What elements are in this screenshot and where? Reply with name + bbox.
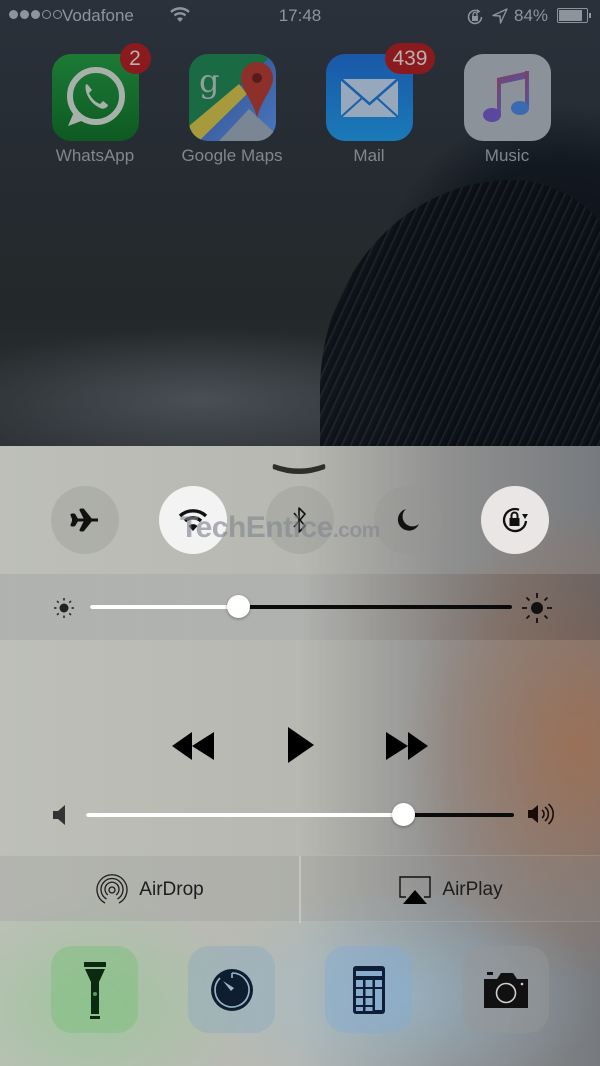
rewind-button[interactable] (172, 730, 216, 762)
music-icon (463, 54, 551, 141)
airplane-mode-toggle[interactable] (51, 486, 119, 554)
airplay-label: AirPlay (442, 878, 503, 900)
clock: 17:48 (278, 6, 322, 25)
app-mail[interactable]: 439 Mail (309, 43, 435, 166)
app-badge: 2 (119, 43, 151, 74)
moon-icon (397, 509, 419, 531)
mail-icon: 439 (325, 43, 435, 141)
timer-icon (210, 968, 253, 1011)
airplay-icon (399, 875, 432, 904)
play-button[interactable] (287, 726, 315, 764)
rotation-lock-icon (502, 507, 528, 533)
volume-high-icon (528, 803, 554, 825)
battery-icon (557, 8, 591, 23)
calculator-icon (352, 965, 385, 1014)
camera-button[interactable] (462, 946, 549, 1033)
airdrop-label: AirDrop (139, 878, 204, 900)
rewind-icon (172, 732, 214, 760)
app-music[interactable]: Music (447, 54, 567, 166)
app-label: Music (484, 146, 530, 165)
status-bar: Vodafone 17:48 84% (0, 0, 600, 32)
airdrop-icon (96, 873, 128, 904)
slider-fill (86, 813, 403, 817)
volume-low-icon (53, 805, 65, 825)
play-icon (288, 727, 314, 763)
chevron-down-icon[interactable] (270, 459, 328, 477)
rotation-lock-toggle[interactable] (481, 486, 549, 554)
google-maps-icon: g (188, 54, 276, 141)
brightness-slider[interactable] (90, 595, 512, 618)
rotation-lock-icon (467, 9, 483, 25)
watermark: TechEntice.com (180, 511, 380, 545)
location-icon (492, 8, 508, 24)
app-google-maps[interactable]: g Google Maps (172, 54, 292, 166)
brightness-section (0, 574, 600, 640)
whatsapp-icon: 2 (51, 43, 151, 141)
flashlight-icon (83, 961, 106, 1019)
do-not-disturb-toggle[interactable] (374, 486, 442, 554)
calculator-button[interactable] (325, 946, 412, 1033)
timer-button[interactable] (188, 946, 275, 1033)
brightness-low-icon (54, 598, 74, 618)
svg-text:g: g (199, 62, 219, 100)
app-label: Google Maps (181, 146, 283, 165)
volume-slider-thumb[interactable] (391, 803, 415, 826)
battery-percentage: 84% (514, 6, 549, 25)
app-label: WhatsApp (55, 146, 135, 165)
slider-fill (90, 605, 238, 609)
airplay-button[interactable]: AirPlay (301, 856, 600, 923)
fast-forward-button[interactable] (386, 730, 430, 762)
airplane-icon (70, 508, 98, 532)
airdrop-button[interactable]: AirDrop (0, 856, 299, 923)
control-center: TechEntice.com AirDrop AirPlay (0, 446, 600, 1066)
watermark-brand: TechEntice (180, 511, 333, 544)
volume-slider[interactable] (86, 803, 514, 826)
app-label: Mail (353, 146, 385, 165)
camera-icon (483, 971, 528, 1008)
wallpaper-hair (320, 180, 600, 480)
app-whatsapp[interactable]: 2 WhatsApp (35, 43, 155, 166)
brightness-slider-thumb[interactable] (226, 595, 250, 618)
brightness-high-icon (522, 593, 552, 623)
app-badge: 439 (385, 43, 435, 74)
fast-forward-icon (386, 732, 428, 760)
flashlight-button[interactable] (51, 946, 138, 1033)
airdrop-airplay-row: AirDrop AirPlay (0, 855, 600, 923)
watermark-suffix: .com (332, 519, 381, 542)
